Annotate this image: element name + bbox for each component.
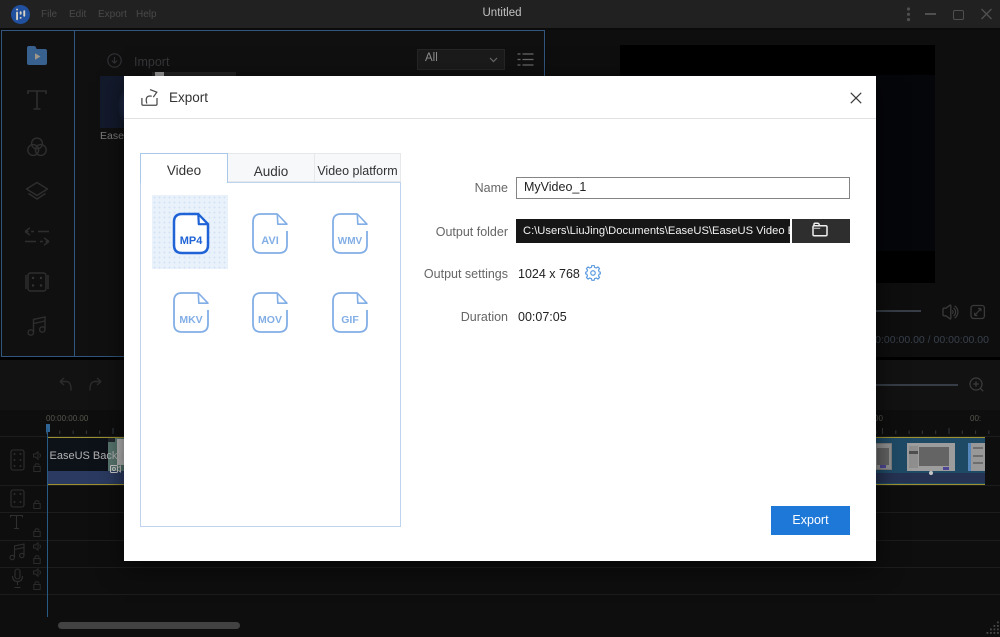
svg-text:MP4: MP4 [179, 235, 203, 247]
svg-text:MKV: MKV [179, 314, 202, 326]
svg-text:MOV: MOV [258, 314, 282, 326]
svg-text:AVI: AVI [262, 235, 280, 247]
